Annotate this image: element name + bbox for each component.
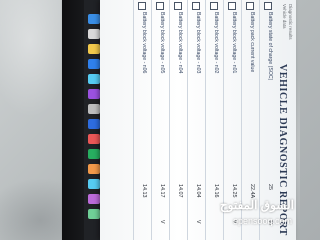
row-label: Battery block voltage - n04 xyxy=(177,12,183,74)
row-value: 14.17 xyxy=(159,184,165,198)
row-label: Battery block voltage - n05 xyxy=(159,12,165,74)
table-row: Battery block voltage - n06 14.13 xyxy=(133,0,150,240)
row-checkbox[interactable] xyxy=(210,2,218,10)
photos-icon[interactable] xyxy=(88,149,100,159)
row-label: Battery block voltage - n06 xyxy=(141,12,147,74)
row-value: 25 xyxy=(267,184,273,190)
watermark-latin: opensooq.com xyxy=(232,216,292,226)
media-icon[interactable] xyxy=(88,164,100,174)
watermark: السوق المفتوح opensooq.com xyxy=(196,198,296,232)
row-value: 22.4A xyxy=(249,184,255,199)
row-value: 14.16 xyxy=(213,184,219,198)
row-checkbox[interactable] xyxy=(228,2,236,10)
app-icon[interactable] xyxy=(88,194,100,204)
mail-icon[interactable] xyxy=(88,74,100,84)
row-checkbox[interactable] xyxy=(138,2,146,10)
row-checkbox[interactable] xyxy=(156,2,164,10)
row-checkbox[interactable] xyxy=(264,2,272,10)
header-line: Diagnostic results xyxy=(288,4,293,40)
table-row: Battery block voltage - n05 14.17 V xyxy=(151,0,168,240)
row-label: Battery block voltage - n03 xyxy=(195,12,201,74)
row-label: Battery state of charge (SOC) xyxy=(267,12,273,81)
word-icon[interactable] xyxy=(88,119,100,129)
search-icon[interactable] xyxy=(88,29,100,39)
row-label: Battery block voltage - n02 xyxy=(213,12,219,74)
row-checkbox[interactable] xyxy=(174,2,182,10)
watermark-arabic: السوق المفتوح xyxy=(219,198,294,212)
settings-icon[interactable] xyxy=(88,104,100,114)
row-checkbox[interactable] xyxy=(246,2,254,10)
app-icon[interactable] xyxy=(88,179,100,189)
report-header-block: Diagnostic results Vehicle data xyxy=(281,4,293,54)
row-label: Battery block voltage - n01 xyxy=(231,12,237,74)
row-value: 14.25 xyxy=(231,184,237,198)
pdf-icon[interactable] xyxy=(88,134,100,144)
browser-icon[interactable] xyxy=(88,59,100,69)
table-row: Battery block voltage - n04 14.07 xyxy=(169,0,186,240)
start-icon[interactable] xyxy=(88,14,100,24)
row-label: Battery pack current value xyxy=(249,12,255,73)
row-value: 14.07 xyxy=(177,184,183,198)
app-icon[interactable] xyxy=(88,209,100,219)
row-unit: V xyxy=(159,220,165,224)
file-explorer-icon[interactable] xyxy=(88,44,100,54)
store-icon[interactable] xyxy=(88,89,100,99)
row-value: 14.04 xyxy=(195,184,201,198)
row-checkbox[interactable] xyxy=(192,2,200,10)
row-value: 14.13 xyxy=(141,184,147,198)
